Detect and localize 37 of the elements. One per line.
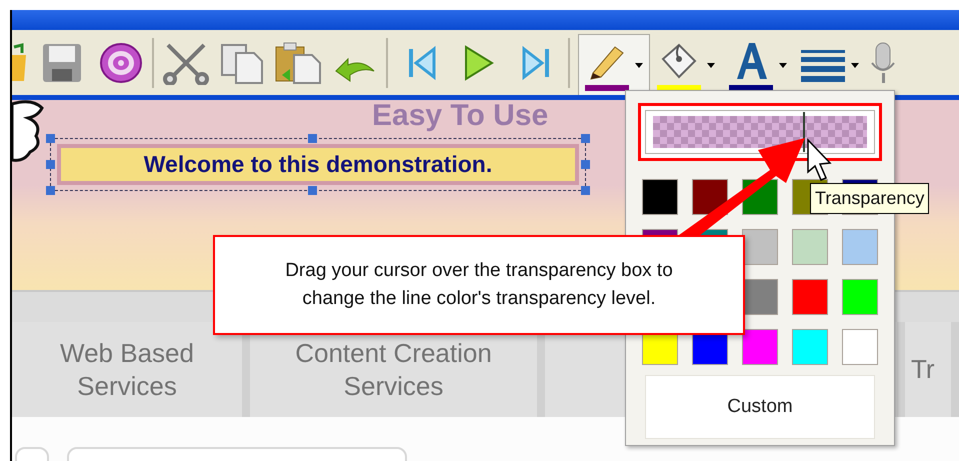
color-swatch[interactable] (742, 329, 778, 365)
welcome-text[interactable]: Welcome to this demonstration. (57, 144, 579, 185)
cursor-icon (807, 138, 832, 181)
custom-button[interactable]: Custom (645, 375, 875, 439)
color-swatch[interactable] (742, 279, 778, 315)
scissors-icon[interactable] (162, 40, 210, 84)
callout-text: Drag your cursor over the transparency box to change the line color's transparency level. (284, 259, 674, 311)
color-swatch[interactable] (842, 329, 878, 365)
selection-handle[interactable] (308, 186, 317, 195)
color-swatch[interactable] (642, 179, 678, 215)
selection-handle[interactable] (46, 186, 55, 195)
selection-handle[interactable] (581, 134, 590, 143)
color-swatch[interactable] (742, 229, 778, 265)
nav-tab[interactable]: Tr (905, 322, 959, 417)
color-swatch[interactable] (792, 329, 828, 365)
caret-icon[interactable] (779, 62, 787, 68)
color-swatch[interactable] (842, 229, 878, 265)
transparency-slider[interactable] (638, 103, 882, 161)
selection-handle[interactable] (46, 134, 55, 143)
tooltip: Transparency (810, 183, 930, 214)
paste-icon[interactable] (274, 40, 322, 84)
color-swatch[interactable] (842, 279, 878, 315)
selection-handle[interactable] (581, 186, 590, 195)
lines-icon (801, 48, 845, 82)
selection-handle[interactable] (308, 134, 317, 143)
caret-icon[interactable] (635, 62, 643, 68)
slider-marker[interactable] (802, 112, 805, 152)
banner-heading: Easy To Use (372, 100, 548, 132)
color-swatch[interactable] (792, 279, 828, 315)
color-tool-button[interactable] (578, 34, 650, 95)
caret-icon[interactable] (851, 62, 859, 68)
selection-handle[interactable] (581, 160, 590, 169)
selection-handle[interactable] (46, 160, 55, 169)
spiral-icon[interactable] (98, 40, 144, 84)
color-swatch[interactable] (792, 229, 828, 265)
nav-tab[interactable]: Web Based Services (12, 322, 250, 417)
caret-icon[interactable] (707, 62, 715, 68)
